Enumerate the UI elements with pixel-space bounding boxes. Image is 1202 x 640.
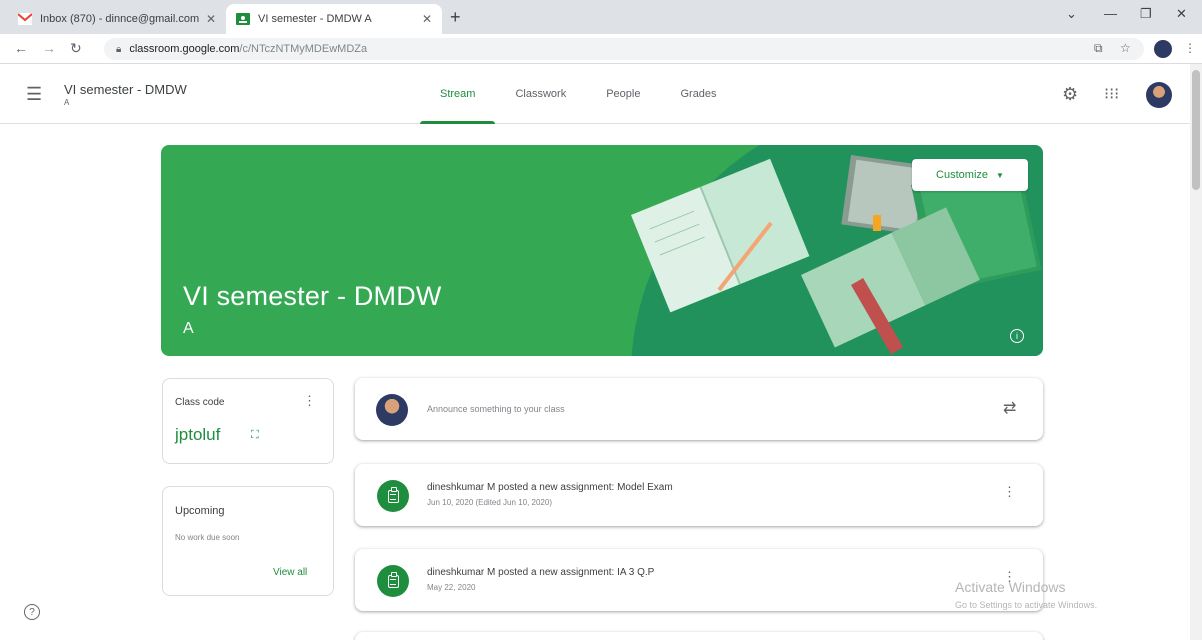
gmail-icon xyxy=(17,13,33,25)
header-class-title[interactable]: VI semester - DMDW xyxy=(64,82,187,97)
more-vert-icon[interactable]: ⋮ xyxy=(303,393,316,409)
url-host: classroom.google.com xyxy=(129,43,240,55)
lock-icon: 🔒︎ xyxy=(116,43,122,55)
class-code-card: Class code ⋮ jptoluf ⛶ xyxy=(162,378,334,464)
post-date: May 22, 2020 xyxy=(427,583,476,592)
close-tab-icon[interactable]: ✕ xyxy=(422,12,432,26)
close-window-icon[interactable]: ✕ xyxy=(1176,6,1187,22)
banner-class-title: VI semester - DMDW xyxy=(183,281,442,311)
announce-placeholder[interactable]: Announce something to your class xyxy=(427,404,565,414)
assignment-icon xyxy=(377,565,409,597)
repost-icon[interactable]: ⇄ xyxy=(1003,398,1016,418)
tab-stream[interactable]: Stream xyxy=(420,64,496,124)
post-date: Jun 10, 2020 (Edited Jun 10, 2020) xyxy=(427,498,552,507)
browser-tab-strip: Inbox (870) - dinnce@gmail.com ✕ VI seme… xyxy=(0,0,1202,34)
banner-illustration xyxy=(631,145,1043,356)
post-title[interactable]: dineshkumar M posted a new assignment: M… xyxy=(427,482,673,493)
view-all-link[interactable]: View all xyxy=(273,567,307,578)
tab-title: Inbox (870) - dinnce@gmail.com xyxy=(40,13,200,25)
settings-gear-icon[interactable]: ⚙ xyxy=(1062,84,1078,105)
customize-label: Customize xyxy=(936,169,989,181)
main-menu-icon[interactable]: ☰ xyxy=(26,84,42,105)
class-code-value: jptoluf xyxy=(175,425,221,444)
new-tab-icon[interactable]: + xyxy=(450,7,461,28)
class-nav-tabs: Stream Classwork People Grades xyxy=(420,64,737,124)
announce-box[interactable]: Announce something to your class ⇄ xyxy=(355,378,1043,440)
stream-post[interactable]: dineshkumar M posted a new assignment: I… xyxy=(355,549,1043,611)
tab-grades[interactable]: Grades xyxy=(660,64,736,124)
upcoming-label: Upcoming xyxy=(175,505,225,517)
tab-search-icon[interactable]: ⌄ xyxy=(1066,6,1077,22)
tab-classwork[interactable]: Classwork xyxy=(495,64,586,124)
account-avatar[interactable] xyxy=(1146,82,1172,108)
minimize-icon[interactable]: — xyxy=(1104,6,1117,21)
scrollbar-thumb[interactable] xyxy=(1192,70,1200,190)
apps-grid-icon[interactable]: ⁝⁝⁝ xyxy=(1104,84,1119,104)
back-icon[interactable]: ← xyxy=(14,40,28,56)
tab-title: VI semester - DMDW A xyxy=(258,13,372,25)
page-scrollbar[interactable] xyxy=(1190,64,1202,640)
post-title[interactable]: dineshkumar M posted a new assignment: I… xyxy=(427,567,654,578)
customize-button[interactable]: Customize ▼ xyxy=(912,159,1028,191)
assignment-icon xyxy=(377,480,409,512)
classroom-icon xyxy=(236,13,250,25)
tab-people[interactable]: People xyxy=(586,64,660,124)
stream-post[interactable]: dineshkumar M posted a new assignment: M… xyxy=(355,464,1043,526)
caret-down-icon: ▼ xyxy=(996,170,1004,180)
help-icon[interactable]: ? xyxy=(24,604,40,620)
close-tab-icon[interactable]: ✕ xyxy=(206,12,216,26)
fullscreen-icon[interactable]: ⛶ xyxy=(251,429,259,442)
browser-profile-avatar[interactable] xyxy=(1154,40,1172,58)
class-banner: Customize ▼ VI semester - DMDW A i xyxy=(161,145,1043,356)
upcoming-empty-text: No work due soon xyxy=(175,533,240,542)
user-avatar xyxy=(376,394,408,426)
browser-tab-gmail[interactable]: Inbox (870) - dinnce@gmail.com ✕ xyxy=(8,4,226,34)
class-info-icon[interactable]: i xyxy=(1010,329,1024,343)
reload-icon[interactable]: ↻ xyxy=(70,40,82,57)
upcoming-card: Upcoming No work due soon View all xyxy=(162,486,334,596)
class-code-label: Class code xyxy=(175,397,225,408)
header-class-section: A xyxy=(64,98,70,107)
banner-class-section: A xyxy=(183,320,194,337)
maximize-icon[interactable]: ❐ xyxy=(1140,6,1152,22)
browser-menu-icon[interactable]: ⋮ xyxy=(1184,41,1196,55)
address-bar[interactable]: 🔒︎ classroom.google.com/c/NTczNTMyMDEwMD… xyxy=(104,38,1144,60)
activate-windows-title: Activate Windows xyxy=(955,579,1066,595)
forward-icon[interactable]: → xyxy=(42,40,56,56)
stream-post-partial[interactable] xyxy=(355,632,1043,640)
install-app-icon[interactable]: ⧉ xyxy=(1094,41,1103,56)
browser-tab-classroom[interactable]: VI semester - DMDW A ✕ xyxy=(226,4,442,34)
url-path: /c/NTczNTMyMDEwMDZa xyxy=(239,43,368,55)
browser-toolbar: ← → ↻ 🔒︎ classroom.google.com/c/NTczNTMy… xyxy=(0,34,1202,64)
activate-windows-subtitle: Go to Settings to activate Windows. xyxy=(955,600,1098,610)
more-vert-icon[interactable]: ⋮ xyxy=(1003,484,1016,500)
bookmark-star-icon[interactable]: ☆ xyxy=(1120,41,1131,55)
classroom-header: ☰ VI semester - DMDW A Stream Classwork … xyxy=(0,64,1190,124)
